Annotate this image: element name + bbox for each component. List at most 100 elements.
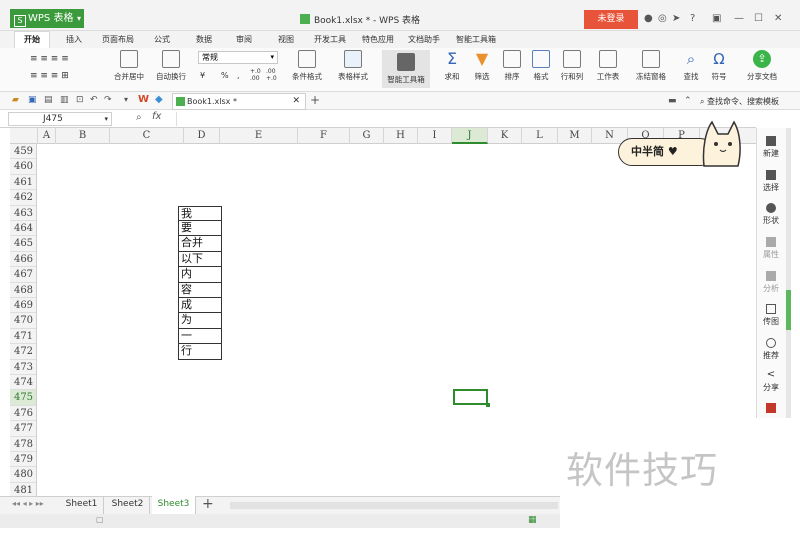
column-header-b[interactable]: B: [56, 128, 110, 144]
skin-icon[interactable]: ●: [644, 13, 653, 24]
selected-cell-j475[interactable]: [453, 389, 490, 407]
decrease-decimal-button[interactable]: .00 +.0: [266, 68, 278, 82]
sum-button[interactable]: Σ 求和: [438, 50, 466, 82]
sheet-tab-sheet1[interactable]: Sheet1: [60, 496, 104, 514]
tab-view[interactable]: 视图: [278, 34, 294, 45]
share-doc-button[interactable]: ⇪ 分享文档: [742, 50, 782, 82]
sidebar-delete[interactable]: [756, 403, 786, 415]
close-tab-icon[interactable]: ✕: [292, 94, 300, 109]
filter-button[interactable]: ▼ 筛选: [468, 50, 496, 82]
row-header[interactable]: 474: [10, 375, 36, 391]
print-icon[interactable]: ▥: [60, 95, 69, 105]
tab-features[interactable]: 特色应用: [362, 34, 394, 45]
conditional-format-button[interactable]: 条件格式: [286, 50, 328, 82]
sidebar-new[interactable]: 新建: [756, 136, 786, 159]
sheet-nav-arrows[interactable]: ◂◂ ◂ ▸ ▸▸: [12, 499, 44, 508]
print-preview-icon[interactable]: ▤: [44, 95, 53, 105]
app-menu-button[interactable]: S WPS 表格 ▾: [10, 9, 84, 28]
row-header[interactable]: 459: [10, 144, 36, 160]
cell-d469[interactable]: 成: [178, 298, 222, 314]
worksheet-button[interactable]: 工作表: [592, 50, 624, 82]
select-all-corner[interactable]: [10, 128, 38, 144]
currency-icon[interactable]: ¥: [200, 71, 205, 80]
file-tab[interactable]: Book1.xlsx * ✕: [172, 93, 306, 110]
save-icon[interactable]: ▣: [28, 95, 37, 105]
sidebar-properties[interactable]: 属性: [756, 237, 786, 260]
sheet-tab-sheet2[interactable]: Sheet2: [106, 496, 150, 514]
tab-insert[interactable]: 插入: [66, 34, 82, 45]
row-header-active[interactable]: 475: [10, 390, 36, 406]
row-header[interactable]: 477: [10, 421, 36, 437]
freeze-panes-button[interactable]: 冻结窗格: [630, 50, 672, 82]
cell-d470[interactable]: 为: [178, 313, 222, 329]
wrap-text-button[interactable]: 自动换行: [153, 50, 189, 82]
column-header-d[interactable]: D: [184, 128, 220, 144]
fx-button[interactable]: fx: [152, 111, 161, 122]
column-header-c[interactable]: C: [110, 128, 184, 144]
increase-decimal-button[interactable]: +.0 .00: [250, 68, 262, 82]
row-header[interactable]: 479: [10, 452, 36, 468]
sidebar-shape[interactable]: 形状: [756, 203, 786, 226]
open-folder-icon[interactable]: ▰: [12, 95, 19, 105]
number-format-select[interactable]: 常规 ▾: [198, 51, 278, 64]
smart-toolbox-button[interactable]: 智能工具箱: [382, 50, 430, 88]
help-icon[interactable]: ?: [690, 13, 695, 24]
sidebar-upload-image[interactable]: 传图: [756, 304, 786, 327]
row-header[interactable]: 462: [10, 190, 36, 206]
percent-button[interactable]: %: [221, 71, 229, 80]
zoom-magnifier-icon[interactable]: ⌕: [136, 112, 142, 123]
restore-icon[interactable]: ▣: [712, 13, 721, 24]
format-painter-icon[interactable]: ⊡: [76, 95, 84, 105]
row-header[interactable]: 466: [10, 252, 36, 268]
merge-center-button[interactable]: 合并居中: [108, 50, 150, 82]
sidebar-analyze[interactable]: 分析: [756, 271, 786, 294]
row-header[interactable]: 460: [10, 159, 36, 175]
tab-formulas[interactable]: 公式: [154, 34, 170, 45]
maximize-icon[interactable]: ☐: [754, 13, 763, 24]
sidebar-collapse-handle[interactable]: [786, 290, 791, 330]
horizontal-scrollbar[interactable]: [230, 502, 558, 509]
wps-w-logo-icon[interactable]: W: [138, 94, 149, 105]
cell-d465[interactable]: 合并: [178, 236, 222, 252]
table-style-button[interactable]: 表格样式: [332, 50, 374, 82]
row-header[interactable]: 472: [10, 344, 36, 360]
column-header-e[interactable]: E: [220, 128, 298, 144]
row-header[interactable]: 480: [10, 467, 36, 483]
row-header[interactable]: 470: [10, 313, 36, 329]
symbol-button[interactable]: Ω 符号: [706, 50, 732, 82]
sidebar-select[interactable]: 选择: [756, 170, 786, 193]
column-header-g[interactable]: G: [350, 128, 384, 144]
undo-icon[interactable]: ↶: [90, 95, 98, 105]
close-icon[interactable]: ✕: [774, 13, 782, 24]
format-button[interactable]: 格式: [528, 50, 554, 82]
tab-page-layout[interactable]: 页面布局: [102, 34, 134, 45]
rows-cols-button[interactable]: 行和列: [556, 50, 588, 82]
cell-d467[interactable]: 内: [178, 267, 222, 283]
add-sheet-plus-icon[interactable]: +: [202, 496, 214, 512]
sidebar-share[interactable]: < 分享: [756, 370, 786, 393]
cell-d463[interactable]: 我: [178, 205, 222, 221]
column-header-l[interactable]: L: [522, 128, 558, 144]
minimize-ribbon-icon[interactable]: ⌃: [684, 96, 692, 106]
customize-dropdown-icon[interactable]: ▾: [124, 95, 128, 104]
comma-button[interactable]: ,: [237, 71, 240, 80]
column-header-h[interactable]: H: [384, 128, 418, 144]
row-header[interactable]: 468: [10, 283, 36, 298]
tab-data[interactable]: 数据: [196, 34, 212, 45]
row-header[interactable]: 465: [10, 236, 36, 252]
row-header[interactable]: 476: [10, 406, 36, 422]
row-header[interactable]: 464: [10, 221, 36, 237]
share-icon[interactable]: ➤: [672, 13, 680, 24]
help-circle-icon[interactable]: ◎: [658, 13, 667, 24]
tab-doc-assistant[interactable]: 文档助手: [408, 34, 440, 45]
name-box[interactable]: J475 ▾: [8, 112, 112, 126]
formula-input[interactable]: [176, 112, 754, 126]
sidebar-recommend[interactable]: 推荐: [756, 338, 786, 361]
tab-smart-toolbox[interactable]: 智能工具箱: [456, 34, 496, 45]
column-header-j[interactable]: J: [452, 128, 488, 144]
normal-view-icon[interactable]: ▦: [528, 515, 537, 525]
tab-home[interactable]: 开始: [14, 31, 50, 48]
cell-d466[interactable]: 以下: [178, 251, 222, 268]
status-view-icon[interactable]: ▢: [96, 515, 104, 524]
sheet-tab-sheet3[interactable]: Sheet3: [152, 496, 196, 514]
